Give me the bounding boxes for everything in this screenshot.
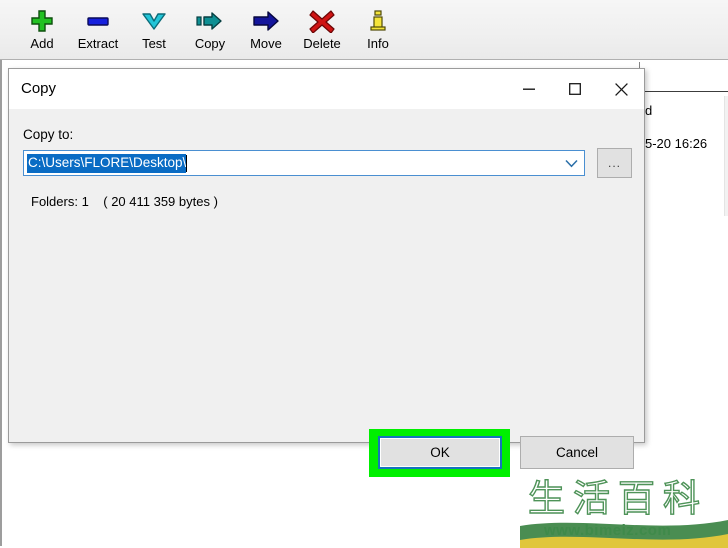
dialog-titlebar[interactable]: Copy: [9, 69, 644, 109]
plus-icon: [27, 8, 57, 34]
copy-to-label: Copy to:: [23, 127, 74, 142]
folders-info-text: Folders: 1 ( 20 411 359 bytes ): [31, 194, 218, 209]
maximize-icon[interactable]: [552, 69, 598, 109]
info-i-icon: [363, 8, 393, 34]
minus-bar-icon: [83, 8, 113, 34]
toolbar-button-info[interactable]: Info: [350, 2, 406, 58]
toolbar-button-delete[interactable]: Delete: [294, 2, 350, 58]
toolbar: Add Extract Test Copy Move Delete Info: [0, 0, 728, 60]
copy-dialog: Copy Copy to: C:\Users\FLORE\Desktop\ ..…: [8, 68, 645, 477]
toolbar-button-copy[interactable]: Copy: [182, 2, 238, 58]
toolbar-button-move-label: Move: [250, 36, 282, 51]
toolbar-button-extract[interactable]: Extract: [70, 2, 126, 58]
toolbar-button-delete-label: Delete: [303, 36, 341, 51]
move-arrow-icon: [251, 8, 281, 34]
minimize-icon[interactable]: [506, 69, 552, 109]
ok-button[interactable]: OK: [378, 436, 502, 469]
dialog-title: Copy: [21, 80, 57, 97]
browse-folder-button[interactable]: ...: [597, 148, 632, 178]
toolbar-button-test-label: Test: [142, 36, 166, 51]
file-list-column-header[interactable]: [640, 62, 728, 92]
toolbar-button-info-label: Info: [367, 36, 389, 51]
red-x-icon: [307, 8, 337, 34]
toolbar-button-add-label: Add: [30, 36, 54, 51]
chevron-down-icon[interactable]: [558, 151, 584, 175]
toolbar-button-copy-label: Copy: [194, 36, 226, 51]
cancel-button[interactable]: Cancel: [520, 436, 634, 469]
chevron-down-icon: [139, 8, 169, 34]
copy-arrow-icon: [195, 8, 225, 34]
destination-path-combobox[interactable]: C:\Users\FLORE\Desktop\: [23, 150, 585, 176]
toolbar-button-move[interactable]: Move: [238, 2, 294, 58]
destination-path-input[interactable]: C:\Users\FLORE\Desktop\: [27, 153, 187, 173]
list-left-border: [0, 60, 2, 546]
dialog-body: Copy to: C:\Users\FLORE\Desktop\ ... Fol…: [9, 109, 644, 477]
file-list-row-date: 5-20 16:26: [645, 136, 708, 151]
close-icon[interactable]: [598, 69, 644, 109]
file-list-column-header-text: d: [645, 103, 653, 118]
text-caret: [186, 154, 188, 172]
toolbar-button-add[interactable]: Add: [14, 2, 70, 58]
toolbar-button-test[interactable]: Test: [126, 2, 182, 58]
file-list-scrollbar[interactable]: [724, 96, 728, 216]
toolbar-button-extract-label: Extract: [77, 36, 119, 51]
